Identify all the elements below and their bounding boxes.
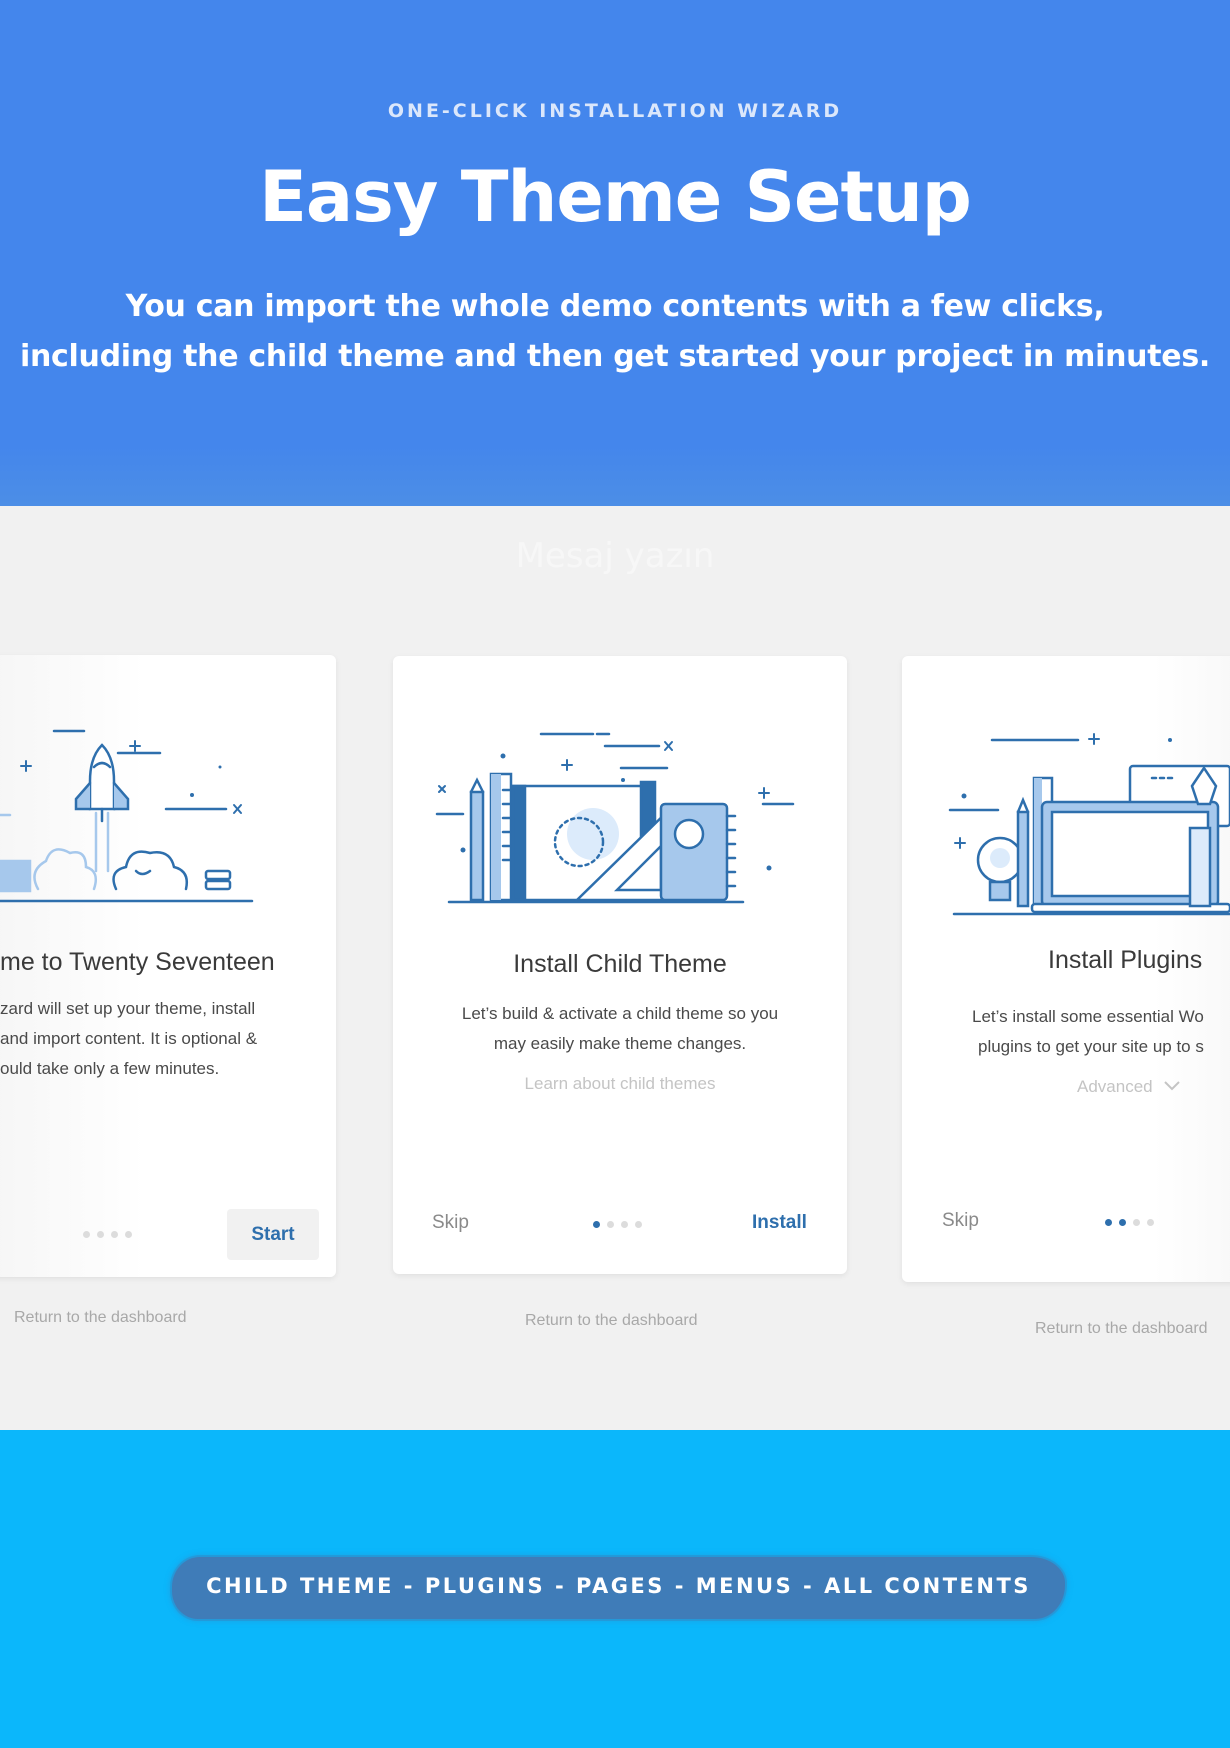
- return-to-dashboard-link[interactable]: Return to the dashboard: [14, 1309, 187, 1327]
- card-description-line: ould take only a few minutes.: [0, 1059, 220, 1078]
- laptop-workspace-icon: [948, 733, 1230, 916]
- advanced-toggle[interactable]: Advanced: [1077, 1077, 1230, 1097]
- step-dot: [593, 1221, 600, 1228]
- wizard-card-welcome: me to Twenty Seventeen zard will set up …: [0, 655, 336, 1277]
- step-dot: [607, 1221, 614, 1228]
- card-description-line: plugins to get your site up to s: [978, 1037, 1204, 1056]
- ghost-watermark-text: Mesaj yazın: [515, 536, 715, 576]
- hero-subtitle-line-1: You can import the whole demo contents w…: [125, 289, 1105, 324]
- card-title: me to Twenty Seventeen: [0, 948, 275, 976]
- wizard-card-plugins: Install Plugins Let’s install some essen…: [902, 656, 1230, 1282]
- step-dot: [1119, 1219, 1126, 1226]
- step-dot: [635, 1221, 642, 1228]
- skip-button[interactable]: Skip: [432, 1212, 469, 1234]
- hero-section: ONE-CLICK INSTALLATION WIZARD Easy Theme…: [0, 0, 1230, 506]
- step-dot: [111, 1231, 118, 1238]
- learn-child-themes-link[interactable]: Learn about child themes: [393, 1074, 847, 1094]
- step-indicator: [1105, 1219, 1154, 1226]
- return-to-dashboard-link[interactable]: Return to the dashboard: [1035, 1320, 1208, 1338]
- step-dot: [97, 1231, 104, 1238]
- return-to-dashboard-link[interactable]: Return to the dashboard: [525, 1312, 698, 1330]
- start-button[interactable]: Start: [227, 1209, 319, 1260]
- design-tools-icon: [435, 732, 795, 904]
- skip-button[interactable]: Skip: [942, 1210, 979, 1232]
- card-description-line: Let’s install some essential Wo: [972, 1007, 1204, 1026]
- hero-title: Easy Theme Setup: [259, 156, 972, 238]
- chevron-down-icon: [1164, 1081, 1181, 1091]
- step-dot: [125, 1231, 132, 1238]
- step-indicator: [593, 1221, 642, 1228]
- wizard-showcase: Mesaj yazın me to Twenty Seventeen zard …: [0, 506, 1230, 1430]
- features-label: CHILD THEME - PLUGINS - PAGES - MENUS - …: [206, 1574, 1031, 1598]
- advanced-label: Advanced: [1077, 1077, 1153, 1096]
- features-band: CHILD THEME - PLUGINS - PAGES - MENUS - …: [0, 1430, 1230, 1748]
- card-description: Let’s install some essential Wo plugins …: [970, 1002, 1230, 1062]
- step-dot: [621, 1221, 628, 1228]
- brush-stroke-banner: CHILD THEME - PLUGINS - PAGES - MENUS - …: [172, 1557, 1065, 1619]
- card-description-line: zard will set up your theme, install: [0, 999, 256, 1018]
- card-description: zard will set up your theme, install and…: [0, 994, 336, 1084]
- card-description-line: and import content. It is optional &: [0, 1029, 258, 1048]
- step-dot: [83, 1231, 90, 1238]
- rocket-launch-icon: [0, 729, 254, 903]
- step-indicator: [83, 1231, 132, 1238]
- hero-eyebrow: ONE-CLICK INSTALLATION WIZARD: [387, 100, 843, 122]
- hero-subtitle-line-2: including the child theme and then get s…: [20, 339, 1210, 374]
- card-title: Install Plugins: [1048, 946, 1203, 974]
- step-dot: [1147, 1219, 1154, 1226]
- step-dot: [1133, 1219, 1140, 1226]
- install-button[interactable]: Install: [752, 1212, 807, 1234]
- wizard-card-child-theme: Install Child Theme Let’s build & activa…: [393, 656, 847, 1274]
- step-dot: [1105, 1219, 1112, 1226]
- card-title: Install Child Theme: [513, 950, 727, 978]
- hero-subtitle: You can import the whole demo contents w…: [0, 282, 1230, 382]
- card-description-line: Let’s build & activate a child theme so …: [461, 1004, 779, 1023]
- card-description-line: may easily make theme changes.: [493, 1034, 747, 1053]
- card-description: Let’s build & activate a child theme so …: [393, 999, 847, 1059]
